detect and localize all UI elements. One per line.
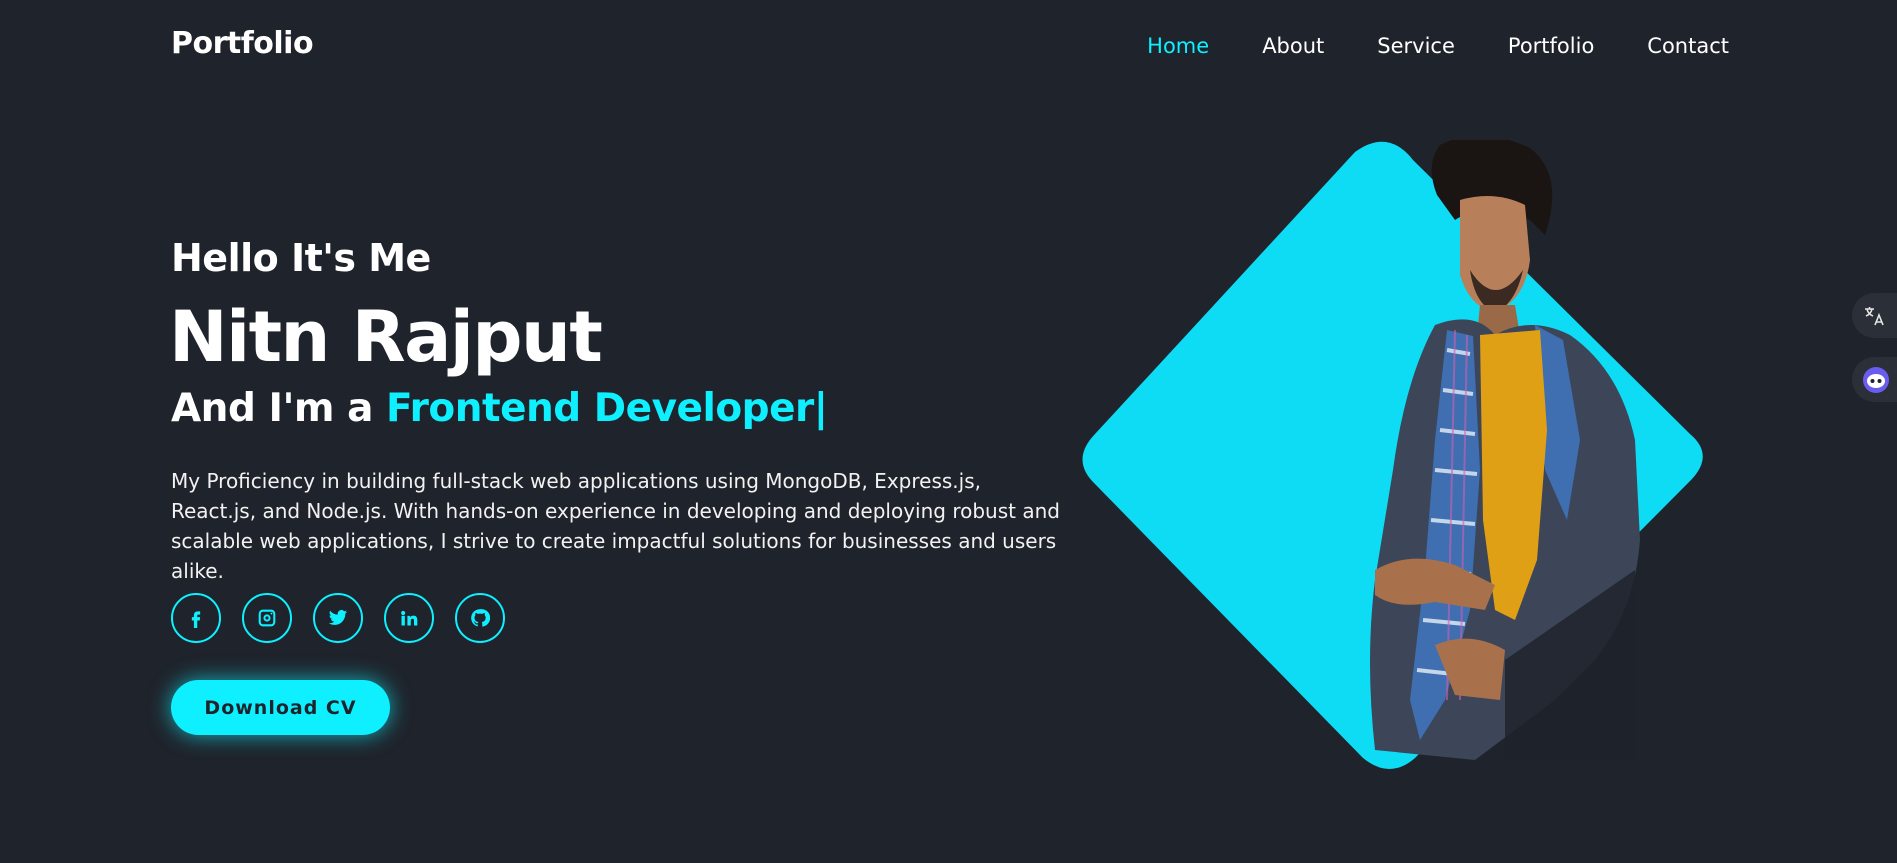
hero-profile-image	[1082, 140, 1703, 769]
download-cv-button[interactable]: Download CV	[171, 680, 390, 735]
facebook-link[interactable]	[171, 593, 221, 643]
twitter-icon	[328, 610, 348, 625]
linkedin-link[interactable]	[384, 593, 434, 643]
hero-bio: My Proficiency in building full-stack we…	[171, 469, 1060, 583]
social-links	[171, 593, 526, 643]
assistant-widget[interactable]	[1852, 357, 1897, 402]
hero-name: Nitn Rajput	[169, 296, 603, 378]
nav-service[interactable]: Service	[1377, 34, 1455, 58]
main-nav: Home About Service Portfolio Contact	[1094, 34, 1729, 58]
translate-icon	[1865, 306, 1884, 325]
portfolio-page: Portfolio Home About Service Portfolio C…	[0, 0, 1897, 863]
linkedin-icon	[401, 610, 418, 626]
twitter-link[interactable]	[313, 593, 363, 643]
instagram-icon	[258, 609, 276, 627]
assistant-icon	[1863, 366, 1889, 393]
translate-widget[interactable]	[1852, 293, 1897, 338]
site-logo[interactable]: Portfolio	[171, 26, 314, 61]
nav-contact[interactable]: Contact	[1647, 34, 1729, 58]
instagram-link[interactable]	[242, 593, 292, 643]
github-link[interactable]	[455, 593, 505, 643]
github-icon	[471, 609, 490, 627]
hero-greeting: Hello It's Me	[171, 236, 431, 280]
hero-role-prefix: And I'm a	[171, 386, 373, 431]
nav-about[interactable]: About	[1262, 34, 1324, 58]
hero-role: And I'm a Frontend Developer|	[171, 386, 828, 431]
nav-portfolio[interactable]: Portfolio	[1508, 34, 1594, 58]
nav-home[interactable]: Home	[1147, 34, 1209, 58]
hero-role-highlight: Frontend Developer|	[386, 386, 828, 431]
facebook-icon	[191, 611, 201, 628]
